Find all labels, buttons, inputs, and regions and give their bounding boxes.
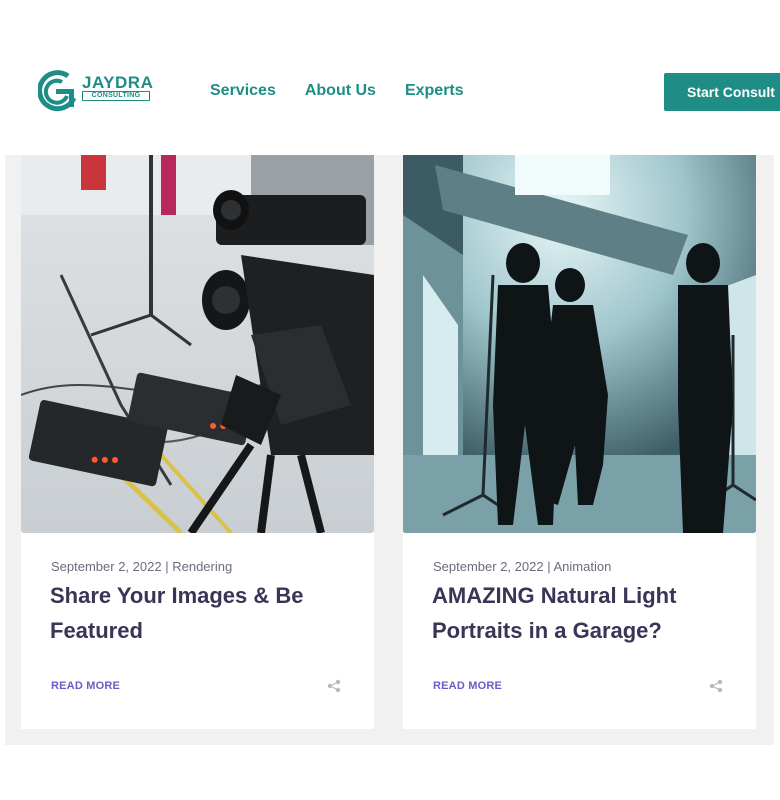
meta-separator: | (547, 559, 551, 574)
nav-item-about-us[interactable]: About Us (305, 82, 376, 100)
site-header: JAYDRA CONSULTING Services About Us Expe… (0, 0, 780, 155)
camera-photo-icon (21, 155, 374, 533)
post-card: September 2, 2022 | Rendering Share Your… (21, 155, 374, 729)
post-meta: September 2, 2022 | Animation (433, 559, 611, 574)
post-date: September 2, 2022 (433, 559, 544, 574)
share-icon[interactable] (327, 679, 341, 693)
read-more-link[interactable]: READ MORE (433, 680, 502, 692)
nav-item-experts[interactable]: Experts (405, 82, 464, 100)
post-card: September 2, 2022 | Animation AMAZING Na… (403, 155, 756, 729)
post-image-studio[interactable] (403, 155, 756, 533)
meta-separator: | (165, 559, 169, 574)
post-category[interactable]: Animation (554, 559, 612, 574)
post-image-camera[interactable] (21, 155, 374, 533)
logo-name: JAYDRA (82, 73, 154, 92)
share-icon[interactable] (709, 679, 723, 693)
read-more-link[interactable]: READ MORE (51, 680, 120, 692)
blog-posts-section: September 2, 2022 | Rendering Share Your… (5, 155, 774, 745)
site-logo[interactable]: JAYDRA CONSULTING (38, 70, 158, 114)
main-nav: Services About Us Experts (210, 82, 493, 100)
post-date: September 2, 2022 (51, 559, 162, 574)
nav-item-services[interactable]: Services (210, 82, 276, 100)
logo-subtitle: CONSULTING (82, 91, 150, 101)
post-meta: September 2, 2022 | Rendering (51, 559, 232, 574)
studio-photo-icon (403, 155, 756, 533)
start-consult-button[interactable]: Start Consult (664, 73, 780, 111)
logo-mark-icon (38, 70, 77, 112)
post-category[interactable]: Rendering (172, 559, 232, 574)
post-title[interactable]: AMAZING Natural Light Portraits in a Gar… (432, 578, 732, 648)
post-title[interactable]: Share Your Images & Be Featured (50, 578, 350, 648)
